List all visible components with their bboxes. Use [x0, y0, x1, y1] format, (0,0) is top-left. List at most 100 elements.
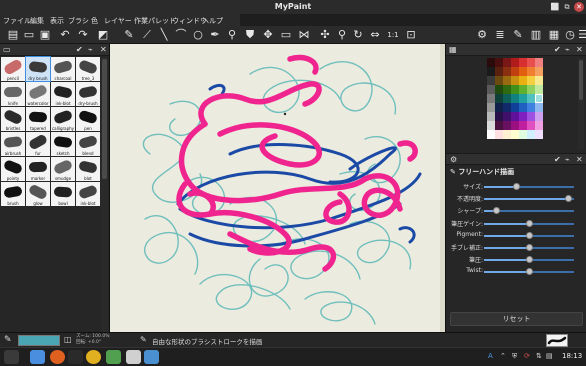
color-swatch[interactable]: [495, 85, 503, 94]
brush-preset[interactable]: fur: [26, 132, 50, 156]
brush-preset[interactable]: charcoal: [51, 57, 75, 81]
rotate-icon[interactable]: ↻: [351, 28, 365, 42]
slider-track[interactable]: [484, 256, 574, 264]
menu-item[interactable]: レイヤー: [104, 16, 132, 26]
slider-track[interactable]: [484, 207, 574, 215]
reset-button[interactable]: リセット: [450, 312, 583, 326]
start-menu-icon[interactable]: [4, 350, 19, 364]
save-icon[interactable]: ▣: [38, 28, 52, 42]
color-swatch[interactable]: [527, 67, 535, 76]
color-swatch[interactable]: [503, 130, 511, 139]
slider-knob[interactable]: [564, 195, 572, 203]
brush-preset[interactable]: bowl: [51, 182, 75, 206]
image-viewer-icon[interactable]: [106, 350, 121, 364]
redo-icon[interactable]: ↷: [76, 28, 90, 42]
mypaint-icon[interactable]: [126, 350, 141, 364]
firefox-icon[interactable]: [50, 350, 65, 364]
color-swatch[interactable]: [495, 94, 503, 103]
brush-preset[interactable]: airbrush: [1, 132, 25, 156]
brush-preview[interactable]: [546, 334, 568, 347]
brush-preset[interactable]: dry-brush: [76, 82, 100, 106]
color-swatch[interactable]: [511, 58, 519, 67]
scratchpad-icon[interactable]: ▥: [529, 28, 543, 42]
color-swatch[interactable]: [535, 130, 543, 139]
update-icon[interactable]: ⟳: [524, 352, 530, 360]
brush-settings-icon[interactable]: ✎: [511, 28, 525, 42]
ellipse-icon[interactable]: ○: [191, 28, 205, 42]
color-swatch[interactable]: [535, 67, 543, 76]
color-swatch[interactable]: [535, 58, 543, 67]
menu-item[interactable]: 作業パレット: [134, 16, 176, 26]
clipboard-icon[interactable]: ▤: [546, 352, 553, 360]
color-swatch[interactable]: [487, 67, 495, 76]
scrollbar-thumb[interactable]: [102, 59, 107, 179]
color-swatch[interactable]: [519, 58, 527, 67]
color-swatch[interactable]: [527, 130, 535, 139]
color-swatch[interactable]: [503, 103, 511, 112]
drawing-canvas[interactable]: [110, 44, 445, 332]
color-swatch[interactable]: [487, 121, 495, 130]
brush-preset[interactable]: brush: [1, 182, 25, 206]
current-color-swatch[interactable]: [18, 335, 60, 346]
color-swatch[interactable]: [519, 94, 527, 103]
brush-preset[interactable]: ink-blot: [51, 82, 75, 106]
palette-icon[interactable]: ▦: [449, 45, 457, 54]
brush-preset[interactable]: calligraphy: [51, 107, 75, 131]
network-icon[interactable]: ⇅: [536, 352, 542, 360]
color-swatch[interactable]: [511, 94, 519, 103]
color-swatch[interactable]: [487, 58, 495, 67]
restore-icon[interactable]: ⧉: [562, 2, 572, 12]
symmetry-icon[interactable]: ⋈: [297, 28, 311, 42]
keyboard-layout-icon[interactable]: A: [488, 352, 493, 360]
color-swatch[interactable]: [519, 121, 527, 130]
color-swatch[interactable]: [535, 94, 543, 103]
pen-icon[interactable]: ✒: [208, 28, 222, 42]
settings-icon[interactable]: ⚙: [475, 28, 489, 42]
color-swatch[interactable]: [519, 85, 527, 94]
color-swatch[interactable]: [511, 67, 519, 76]
shield-icon[interactable]: ⛨: [512, 352, 517, 361]
inking-icon[interactable]: ⟋: [140, 28, 154, 42]
slider-knob[interactable]: [526, 256, 533, 264]
slider-track[interactable]: [484, 219, 574, 227]
color-swatch[interactable]: [495, 121, 503, 130]
color-swatch[interactable]: [487, 94, 495, 103]
color-swatch[interactable]: [527, 76, 535, 85]
layer-move-icon[interactable]: ✥: [261, 28, 275, 42]
color-swatch[interactable]: [511, 121, 519, 130]
brush-preset[interactable]: ink-blot: [76, 182, 100, 206]
color-swatch[interactable]: [535, 112, 543, 121]
brush-preset[interactable]: pencil: [1, 57, 25, 81]
color-swatch[interactable]: [527, 58, 535, 67]
mirror-icon[interactable]: ⇔: [368, 28, 382, 42]
close-icon[interactable]: ✕: [574, 2, 584, 12]
brush-preset[interactable]: watercolor: [26, 82, 50, 106]
color-swatch[interactable]: [487, 112, 495, 121]
color-swatch[interactable]: [519, 103, 527, 112]
brush-preset[interactable]: tapered: [26, 107, 50, 131]
color-swatch[interactable]: [519, 76, 527, 85]
menu-item[interactable]: 表示: [50, 16, 64, 26]
menu-item[interactable]: ブラシ: [68, 16, 89, 26]
color-swatch[interactable]: [495, 130, 503, 139]
color-swatch[interactable]: [487, 130, 495, 139]
brush-preset[interactable]: marker: [26, 157, 50, 181]
files-icon[interactable]: [30, 350, 45, 364]
color-swatch[interactable]: [487, 85, 495, 94]
undo-icon[interactable]: ↶: [58, 28, 72, 42]
chrome-icon[interactable]: [86, 350, 101, 364]
line-icon[interactable]: ╲: [157, 28, 171, 42]
brush-preset[interactable]: blot: [76, 157, 100, 181]
canvas-artwork[interactable]: [110, 44, 445, 332]
color-swatch[interactable]: [519, 130, 527, 139]
brush-preset[interactable]: bristles: [1, 107, 25, 131]
color-swatch[interactable]: [527, 94, 535, 103]
eraser-icon[interactable]: ◩: [96, 28, 110, 42]
color-swatch[interactable]: [511, 112, 519, 121]
slider-track[interactable]: [484, 268, 574, 276]
color-swatch[interactable]: [527, 112, 535, 121]
scrollbar-thumb[interactable]: [579, 60, 583, 100]
new-document-icon[interactable]: ▤: [6, 28, 20, 42]
color-picker-icon[interactable]: ⚲: [225, 28, 239, 42]
brush-preset[interactable]: knife: [1, 82, 25, 106]
